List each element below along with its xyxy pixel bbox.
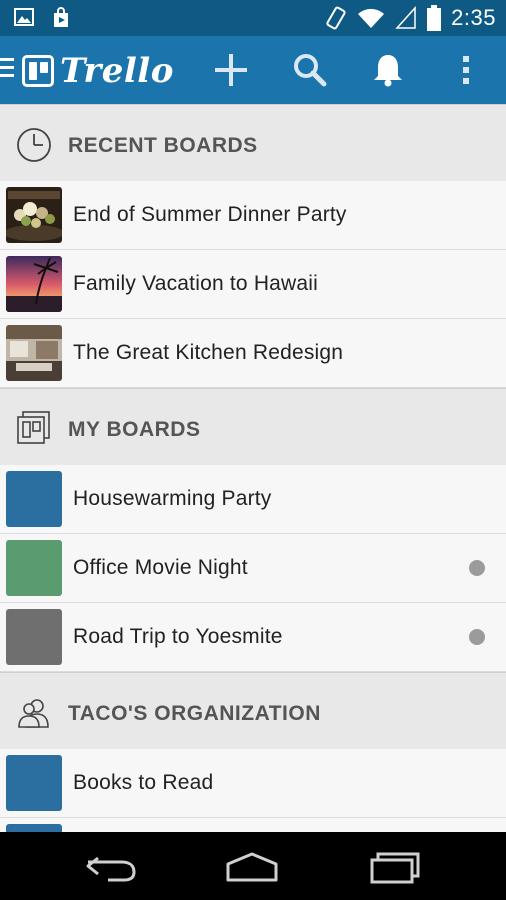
board-color-swatch	[6, 540, 62, 596]
board-name: The Great Kitchen Redesign	[73, 341, 344, 364]
board-row[interactable]: End of Summer Dinner Party	[0, 181, 506, 250]
boards-icon	[17, 411, 50, 444]
board-name: Books to Read	[73, 771, 214, 794]
board-row[interactable]: Family Vacation to Hawaii	[0, 250, 506, 319]
clock: 2:35	[451, 5, 496, 30]
board-row[interactable]: Housewarming Party	[0, 465, 506, 534]
board-color-swatch	[6, 471, 62, 527]
board-thumbnail-dinner	[6, 187, 62, 243]
trello-board-icon	[22, 55, 54, 87]
board-row[interactable]: The Great Kitchen Redesign	[0, 319, 506, 388]
overflow-menu-icon[interactable]	[446, 50, 486, 90]
section-organization: TACO'S ORGANIZATION	[0, 672, 506, 750]
board-row[interactable]: Road Trip to Yoesmite	[0, 603, 506, 672]
nav-drawer-icon[interactable]	[0, 56, 16, 80]
board-name: Housewarming Party	[73, 487, 272, 510]
section-title: RECENT BOARDS	[68, 134, 258, 157]
search-icon[interactable]	[290, 50, 330, 90]
notifications-icon[interactable]	[368, 50, 408, 90]
home-icon[interactable]	[222, 850, 282, 884]
board-name: Road Trip to Yoesmite	[73, 625, 283, 648]
board-name: End of Summer Dinner Party	[73, 203, 347, 226]
status-bar: 2:35	[0, 0, 506, 36]
board-row[interactable]: Books to Read	[0, 749, 506, 818]
trello-logo: Trello	[22, 51, 174, 91]
section-title: TACO'S ORGANIZATION	[68, 702, 321, 725]
board-name: Family Vacation to Hawaii	[73, 272, 319, 295]
board-name: Office Movie Night	[73, 556, 248, 579]
section-recent-boards: RECENT BOARDS	[0, 104, 506, 182]
play-store-icon	[54, 7, 68, 27]
system-nav-bar	[0, 832, 506, 900]
board-row[interactable]: Office Movie Night	[0, 534, 506, 603]
app-bar: Trello	[0, 36, 506, 104]
back-icon[interactable]	[82, 850, 142, 884]
section-title: MY BOARDS	[68, 418, 201, 441]
board-thumbnail-sunset	[6, 256, 62, 312]
section-my-boards: MY BOARDS	[0, 388, 506, 466]
battery-icon	[427, 5, 442, 31]
logo-text: Trello	[60, 51, 174, 91]
image-icon	[14, 8, 34, 26]
team-icon	[18, 699, 49, 728]
clock-icon	[17, 128, 51, 162]
unread-indicator	[469, 560, 485, 576]
unread-indicator	[469, 629, 485, 645]
signal-icon	[395, 6, 416, 29]
board-thumbnail-kitchen	[6, 325, 62, 381]
rotate-icon	[326, 6, 346, 30]
wifi-icon	[358, 8, 385, 28]
board-color-swatch	[6, 755, 62, 811]
board-color-swatch	[6, 609, 62, 665]
add-icon[interactable]	[211, 50, 251, 90]
recents-icon[interactable]	[364, 850, 424, 884]
